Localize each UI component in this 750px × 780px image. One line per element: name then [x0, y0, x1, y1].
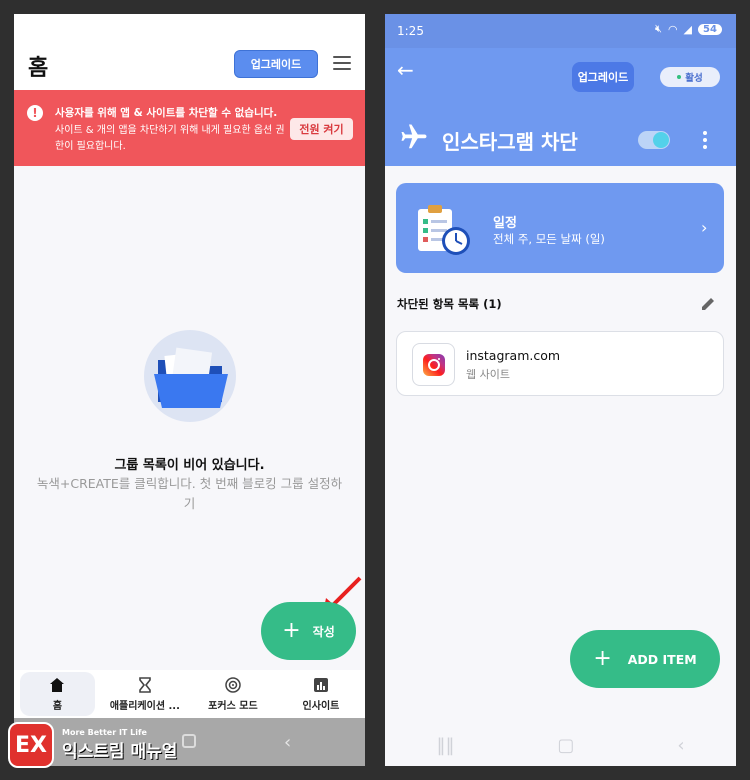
edit-pencil-icon[interactable]	[700, 296, 716, 312]
plus-icon: +	[282, 618, 301, 643]
back-icon[interactable]: ‹	[677, 735, 684, 756]
nav-item-focus-mode[interactable]: 포커스 모드	[189, 670, 277, 718]
left-screen: 홈 업그레이드 ! 사용자를 위해 앱 & 사이트를 차단할 수 없습니다. 사…	[14, 14, 365, 766]
nav-item-insights[interactable]: 인사이트	[277, 670, 365, 718]
chart-icon	[313, 677, 328, 692]
menu-icon[interactable]	[333, 56, 351, 70]
right-screen: 1:25 🔇︎ ◠ ◢ 54 ← 업그레이드 활성 인스타그램 차단 일정 전체…	[385, 14, 736, 766]
schedule-subtitle: 전체 주, 모든 날짜 (일)	[493, 232, 605, 246]
schedule-card[interactable]: 일정 전체 주, 모든 날짜 (일) ›	[396, 183, 724, 273]
watermark-tagline: More Better IT Life	[62, 728, 147, 737]
page-title: 홈	[28, 56, 49, 81]
bottom-navigation: 홈 애플리케이션 ... 포커스 모드 인사이트	[14, 670, 365, 718]
power-on-button[interactable]: 전원 켜기	[290, 118, 353, 140]
instagram-icon	[423, 354, 445, 376]
nav-label-focus-mode: 포커스 모드	[208, 700, 258, 712]
status-time: 1:25	[397, 24, 424, 38]
home-circle-icon[interactable]: ▢	[557, 735, 574, 756]
status-bar: 1:25 🔇︎ ◠ ◢ 54	[385, 14, 736, 48]
blocked-item-title: instagram.com	[466, 348, 561, 363]
hourglass-icon	[139, 676, 151, 693]
group-title: 인스타그램 차단	[442, 130, 578, 154]
group-enable-toggle[interactable]	[638, 131, 670, 149]
system-navigation-bar: ‖‖ ▢ ‹	[385, 724, 736, 766]
active-label: 활성	[685, 73, 703, 84]
mute-icon: 🔇︎	[655, 22, 662, 35]
top-app-bar: 홈 업그레이드	[14, 14, 365, 90]
alert-title: 사용자를 위해 앱 & 사이트를 차단할 수 없습니다.	[55, 107, 278, 119]
folder-illustration	[144, 330, 236, 422]
add-item-fab-button[interactable]: + ADD ITEM	[570, 630, 720, 688]
upgrade-button[interactable]: 업그레이드	[234, 50, 318, 78]
back-arrow-icon[interactable]: ←	[397, 58, 414, 82]
empty-state-title: 그룹 목록이 비어 있습니다.	[114, 458, 265, 473]
alert-icon: !	[27, 105, 43, 121]
create-fab-label: 작성	[312, 624, 335, 639]
blocked-item-row[interactable]: instagram.com 웹 사이트	[396, 331, 724, 396]
blocked-item-type: 웹 사이트	[466, 368, 510, 381]
wifi-icon: ◠	[667, 22, 678, 36]
watermark: EX More Better IT Life 익스트림 매뉴얼	[8, 722, 177, 768]
back-icon[interactable]: ‹	[284, 732, 291, 753]
schedule-title: 일정	[493, 216, 517, 231]
nav-item-home[interactable]: 홈	[20, 672, 95, 716]
airplane-icon	[401, 124, 427, 149]
alert-body: 사이트 & 개의 앱을 차단하기 위해 내게 필요한 옵션 권한이 필요합니다.	[55, 125, 285, 152]
signal-icon: ◢	[683, 22, 693, 36]
nav-item-applications[interactable]: 애플리케이션 ...	[101, 670, 189, 718]
blocked-list-label: 차단된 항목 목록 (1)	[397, 297, 502, 311]
home-icon	[50, 677, 65, 692]
chevron-right-icon: ›	[701, 218, 708, 237]
upgrade-button[interactable]: 업그레이드	[572, 62, 634, 92]
watermark-logo: EX	[8, 722, 54, 768]
folder-icon	[154, 347, 228, 408]
recents-icon[interactable]: ‖‖	[436, 735, 454, 756]
create-fab-button[interactable]: + 작성	[261, 602, 356, 660]
watermark-brand: 익스트림 매뉴얼	[62, 742, 178, 762]
empty-state-subtitle: 녹색+CREATE를 클릭합니다. 첫 번째 블로킹 그룹 설정하기	[34, 474, 345, 514]
empty-state-subtitle-prefix: 녹색+CREATE를 클릭합니다.	[36, 476, 196, 491]
battery-badge: 54	[698, 23, 722, 35]
nav-label-home: 홈	[52, 700, 63, 712]
more-options-icon[interactable]	[703, 131, 707, 152]
nav-label-applications: 애플리케이션 ...	[109, 700, 180, 712]
active-status-badge: 활성	[660, 67, 720, 87]
nav-label-insights: 인사이트	[302, 700, 340, 712]
group-header: 1:25 🔇︎ ◠ ◢ 54 ← 업그레이드 활성 인스타그램 차단	[385, 14, 736, 166]
schedule-clipboard-icon	[418, 205, 470, 255]
status-icons: 🔇︎ ◠ ◢ 54	[655, 22, 722, 36]
empty-state-subtitle-rest: 첫 번째 블로킹 그룹 설정하기	[183, 476, 343, 511]
target-icon	[225, 676, 241, 693]
recents-icon[interactable]	[182, 734, 196, 748]
plus-icon: +	[593, 646, 612, 671]
instagram-logo-box	[412, 343, 455, 386]
permission-alert-banner: ! 사용자를 위해 앱 & 사이트를 차단할 수 없습니다. 사이트 & 개의 …	[14, 90, 365, 166]
active-dot-icon	[677, 75, 682, 79]
add-item-label: ADD ITEM	[627, 651, 697, 667]
